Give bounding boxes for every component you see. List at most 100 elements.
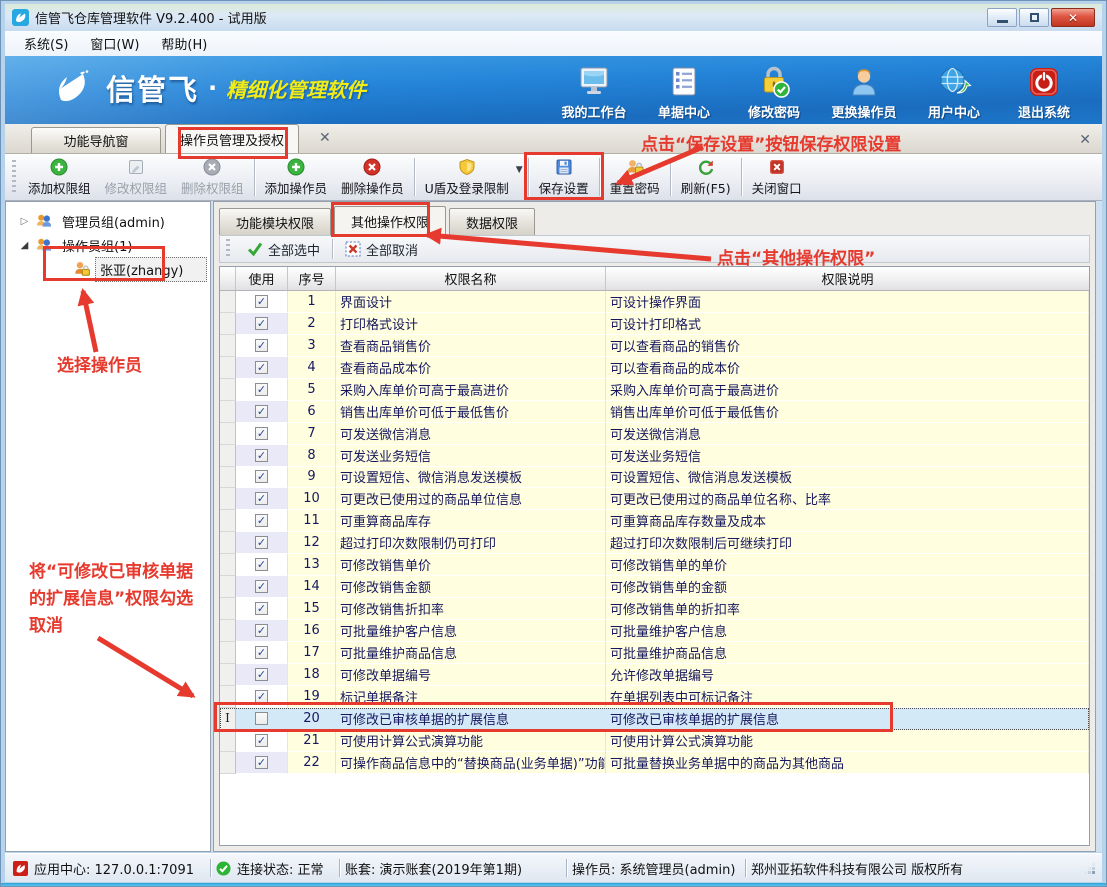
permission-checkbox[interactable] [255, 405, 268, 418]
permission-checkbox[interactable] [255, 361, 268, 374]
table-row[interactable]: 4查看商品成本价可以查看商品的成本价 [220, 357, 1089, 379]
toolbar-button-save[interactable]: 保存设置 [532, 156, 596, 198]
row-selector-cell [220, 598, 236, 620]
table-row[interactable]: 18可修改单据编号允许修改单据编号 [220, 664, 1089, 686]
use-cell [236, 445, 288, 467]
header-permission-name[interactable]: 权限名称 [336, 267, 606, 290]
minimize-button[interactable] [987, 8, 1017, 27]
brand-dot: · [208, 74, 217, 102]
toolbar-button-close-window[interactable]: 关闭窗口 [745, 156, 809, 198]
permission-checkbox[interactable] [255, 668, 268, 681]
permission-desc-cell: 可修改销售单的金额 [606, 576, 1089, 598]
permission-checkbox[interactable] [255, 295, 268, 308]
table-row[interactable]: 10可更改已使用过的商品单位信息可更改已使用过的商品单位名称、比率 [220, 488, 1089, 510]
toolbar-button-shield[interactable]: U盾及登录限制 [418, 156, 516, 198]
tree-item[interactable]: ▷管理员组(admin) [6, 209, 210, 233]
table-row[interactable]: 14可修改销售金额可修改销售单的金额 [220, 576, 1089, 598]
window-title: 信管飞仓库管理软件 V9.2.400 - 试用版 [35, 8, 267, 27]
table-row[interactable]: 8可发送业务短信可发送业务短信 [220, 445, 1089, 467]
maximize-button[interactable] [1019, 8, 1049, 27]
table-row[interactable]: 13可修改销售单价可修改销售单的单价 [220, 554, 1089, 576]
permission-checkbox[interactable] [255, 339, 268, 352]
switch-operator-button[interactable]: 更换操作员 [822, 63, 906, 121]
table-row[interactable]: I20可修改已审核单据的扩展信息可修改已审核单据的扩展信息 [220, 708, 1089, 730]
toolbar-grip[interactable] [12, 160, 16, 194]
resize-grip[interactable] [1083, 862, 1096, 875]
table-row[interactable]: 1界面设计可设计操作界面 [220, 291, 1089, 313]
toolbar-button-reset-password[interactable]: 重置密码 [603, 156, 667, 198]
close-button[interactable]: ✕ [1051, 8, 1095, 27]
dropdown-arrow-icon[interactable]: ▼ [516, 165, 523, 175]
permission-checkbox[interactable] [255, 624, 268, 637]
tab-close-icon[interactable]: ✕ [315, 129, 335, 147]
permission-checkbox[interactable] [255, 558, 268, 571]
permission-checkbox[interactable] [255, 514, 268, 527]
expand-icon[interactable]: ▷ [18, 216, 31, 227]
table-row[interactable]: 16可批量维护客户信息可批量维护客户信息 [220, 620, 1089, 642]
use-cell [236, 752, 288, 774]
permission-tab-0[interactable]: 功能模块权限 [219, 208, 331, 235]
table-row[interactable]: 2打印格式设计可设计打印格式 [220, 313, 1089, 335]
permission-tab-1[interactable]: 其他操作权限 [334, 206, 446, 235]
edit-icon [127, 158, 145, 176]
menu-system[interactable]: 系统(S) [13, 31, 79, 56]
exit-system-button[interactable]: 退出系统 [1002, 63, 1086, 121]
permission-checkbox[interactable] [255, 690, 268, 703]
table-row[interactable]: 7可发送微信消息可发送微信消息 [220, 423, 1089, 445]
permission-checkbox[interactable] [255, 383, 268, 396]
toolbar-button-add[interactable]: 添加操作员 [258, 156, 335, 198]
table-row[interactable]: 6销售出库单价可低于最低售价销售出库单价可低于最低售价 [220, 401, 1089, 423]
select-all-button[interactable]: 全部选中 [242, 238, 325, 261]
tab-function-navigator[interactable]: 功能导航窗 [31, 127, 161, 153]
permission-name-cell: 可批量维护商品信息 [336, 642, 606, 664]
table-row[interactable]: 22可操作商品信息中的“替换商品(业务单据)”功能可批量替换业务单据中的商品为其… [220, 752, 1089, 774]
permission-checkbox[interactable] [255, 580, 268, 593]
cancel-all-button[interactable]: 全部取消 [340, 238, 423, 261]
toolbar-button-add[interactable]: 添加权限组 [21, 156, 98, 198]
permission-checkbox[interactable] [255, 470, 268, 483]
table-row[interactable]: 3查看商品销售价可以查看商品的销售价 [220, 335, 1089, 357]
tree-item[interactable]: 张亚(zhangy) [6, 257, 210, 281]
table-row[interactable]: 12超过打印次数限制仍可打印超过打印次数限制后可继续打印 [220, 532, 1089, 554]
shield-icon [458, 158, 476, 176]
permission-checkbox[interactable] [255, 427, 268, 440]
table-row[interactable]: 9可设置短信、微信消息发送模板可设置短信、微信消息发送模板 [220, 467, 1089, 489]
collapse-icon[interactable]: ◢ [18, 240, 31, 251]
table-row[interactable]: 11可重算商品库存可重算商品库存数量及成本 [220, 510, 1089, 532]
table-row[interactable]: 19标记单据备注在单据列表中可标记备注 [220, 686, 1089, 708]
header-serial[interactable]: 序号 [288, 267, 336, 290]
use-cell [236, 642, 288, 664]
permission-desc-cell: 可以查看商品的销售价 [606, 335, 1089, 357]
permission-checkbox[interactable] [255, 317, 268, 330]
use-cell [236, 598, 288, 620]
workbench-button[interactable]: 我的工作台 [552, 63, 636, 121]
tree-item[interactable]: ◢操作员组(1) [6, 233, 210, 257]
permission-checkbox[interactable] [255, 734, 268, 747]
toolbar-button-delete[interactable]: 删除操作员 [334, 156, 411, 198]
user-center-button[interactable]: 用户中心 [912, 63, 996, 121]
permission-checkbox[interactable] [255, 756, 268, 769]
permission-checkbox[interactable] [255, 449, 268, 462]
selection-toolbar-grip[interactable] [226, 239, 230, 259]
permission-checkbox[interactable] [255, 492, 268, 505]
permission-tab-2[interactable]: 数据权限 [449, 208, 535, 235]
permission-checkbox[interactable] [255, 646, 268, 659]
change-password-button[interactable]: 修改密码 [732, 63, 816, 121]
menu-help[interactable]: 帮助(H) [150, 31, 218, 56]
toolbar-button-refresh[interactable]: 刷新(F5) [674, 156, 738, 198]
brand-slogan: 精细化管理软件 [226, 74, 366, 103]
banner-action-label: 用户中心 [928, 102, 980, 121]
header-use[interactable]: 使用 [236, 267, 288, 290]
permission-checkbox[interactable] [255, 602, 268, 615]
panel-close-icon[interactable]: ✕ [1075, 131, 1095, 149]
table-row[interactable]: 15可修改销售折扣率可修改销售单的折扣率 [220, 598, 1089, 620]
menu-window[interactable]: 窗口(W) [79, 31, 150, 56]
tab-operator-management[interactable]: 操作员管理及授权 [165, 124, 299, 153]
permission-checkbox[interactable] [255, 536, 268, 549]
permission-checkbox[interactable] [255, 712, 268, 725]
header-permission-desc[interactable]: 权限说明 [606, 267, 1089, 290]
table-row[interactable]: 21可使用计算公式演算功能可使用计算公式演算功能 [220, 730, 1089, 752]
table-row[interactable]: 17可批量维护商品信息可批量维护商品信息 [220, 642, 1089, 664]
table-row[interactable]: 5采购入库单价可高于最高进价采购入库单价可高于最高进价 [220, 379, 1089, 401]
document-center-button[interactable]: 单据中心 [642, 63, 726, 121]
